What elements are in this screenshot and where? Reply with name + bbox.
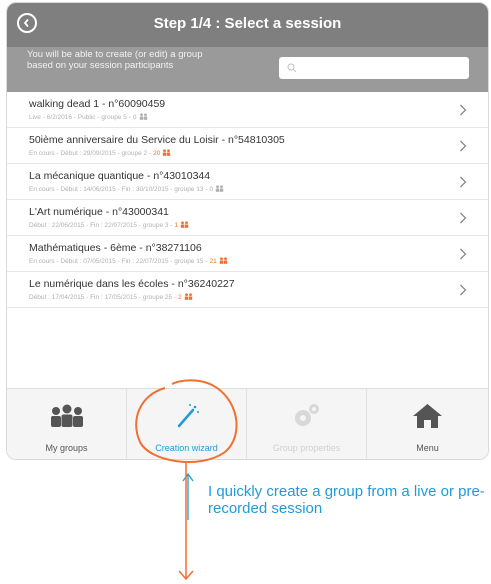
participant-count: 21 xyxy=(209,258,217,265)
session-meta: Live - 6/2/2016 - Public - groupe 5 -0 xyxy=(29,113,148,122)
session-meta: Début : 17/04/2015 - Fin : 17/05/2015 - … xyxy=(29,293,193,302)
search-input[interactable] xyxy=(303,57,467,81)
search-box[interactable] xyxy=(279,57,469,81)
annotation-arrow-head xyxy=(182,472,194,482)
session-meta: En cours - Début : 14/06/2015 - Fin : 30… xyxy=(29,185,224,194)
tab-group-properties[interactable]: Group properties xyxy=(247,389,367,459)
session-title: Le numérique dans les écoles - n°3624022… xyxy=(29,278,235,290)
annotation-text: I quickly create a group from a live or … xyxy=(208,483,485,517)
session-row[interactable]: L'Art numérique - n°43000341 Début : 22/… xyxy=(7,200,488,236)
participant-count: 20 xyxy=(153,150,161,157)
session-meta-text: En cours - Début : 07/05/2015 - Fin : 22… xyxy=(29,258,208,265)
participants-icon xyxy=(184,293,193,302)
tab-menu[interactable]: Menu xyxy=(367,389,488,459)
session-meta: Début : 22/06/2015 - Fin : 22/07/2015 - … xyxy=(29,221,189,230)
participants-icon xyxy=(162,149,171,158)
chevron-right-icon xyxy=(460,104,467,116)
session-meta-text: Début : 22/06/2015 - Fin : 22/07/2015 - … xyxy=(29,222,173,229)
tab-label: Creation wizard xyxy=(155,443,218,453)
magic-wand-icon xyxy=(177,404,199,428)
session-meta-text: En cours - Début : 29/09/2015 - groupe 2… xyxy=(29,150,152,157)
info-text: You will be able to create (or edit) a g… xyxy=(27,49,203,71)
session-title: L'Art numérique - n°43000341 xyxy=(29,206,169,218)
group-icon xyxy=(51,404,83,427)
chevron-right-icon xyxy=(460,284,467,296)
page-title: Step 1/4 : Select a session xyxy=(153,15,342,32)
chevron-right-icon xyxy=(460,212,467,224)
tab-label: Menu xyxy=(416,443,439,453)
session-meta-text: Début : 17/04/2015 - Fin : 17/05/2015 - … xyxy=(29,294,177,301)
session-row[interactable]: Mathématiques - 6ème - n°38271106 En cou… xyxy=(7,236,488,272)
session-title: 50ième anniversaire du Service du Loisir… xyxy=(29,134,285,146)
search-icon xyxy=(287,63,297,73)
session-title: Mathématiques - 6ème - n°38271106 xyxy=(29,242,202,254)
gears-icon xyxy=(295,404,319,426)
session-meta: En cours - Début : 07/05/2015 - Fin : 22… xyxy=(29,257,228,266)
chevron-right-icon xyxy=(460,176,467,188)
tab-bar: My groups Creation wizard Group properti… xyxy=(7,388,488,459)
participant-count: 0 xyxy=(209,186,214,193)
session-row[interactable]: La mécanique quantique - n°43010344 En c… xyxy=(7,164,488,200)
participants-icon xyxy=(180,221,189,230)
chevron-right-icon xyxy=(460,140,467,152)
participant-count: 0 xyxy=(132,114,137,121)
tab-label: My groups xyxy=(45,443,88,453)
session-row[interactable]: Le numérique dans les écoles - n°3624022… xyxy=(7,272,488,308)
tab-label: Group properties xyxy=(272,443,341,453)
home-icon xyxy=(413,404,442,428)
app-window: Step 1/4 : Select a session You will be … xyxy=(6,2,489,460)
session-row[interactable]: walking dead 1 - n°60090459 Live - 6/2/2… xyxy=(7,92,488,128)
flow-arrow-head xyxy=(178,570,194,581)
session-row[interactable]: 50ième anniversaire du Service du Loisir… xyxy=(7,128,488,164)
participants-icon xyxy=(219,257,228,266)
tab-creation-wizard[interactable]: Creation wizard xyxy=(127,389,247,459)
info-search-bar: You will be able to create (or edit) a g… xyxy=(7,47,488,92)
session-meta-text: Live - 6/2/2016 - Public - groupe 5 - xyxy=(29,114,131,121)
tab-my-groups[interactable]: My groups xyxy=(7,389,127,459)
session-title: walking dead 1 - n°60090459 xyxy=(29,98,166,110)
session-meta: En cours - Début : 29/09/2015 - groupe 2… xyxy=(29,149,171,158)
participants-icon xyxy=(215,185,224,194)
session-meta-text: En cours - Début : 14/06/2015 - Fin : 30… xyxy=(29,186,208,193)
header-bar: Step 1/4 : Select a session xyxy=(7,3,488,47)
chevron-right-icon xyxy=(460,248,467,260)
participant-count: 2 xyxy=(178,294,182,301)
session-title: La mécanique quantique - n°43010344 xyxy=(29,170,211,182)
session-list: walking dead 1 - n°60090459 Live - 6/2/2… xyxy=(7,92,488,308)
participant-count: 1 xyxy=(174,222,179,229)
participants-icon xyxy=(139,113,148,122)
